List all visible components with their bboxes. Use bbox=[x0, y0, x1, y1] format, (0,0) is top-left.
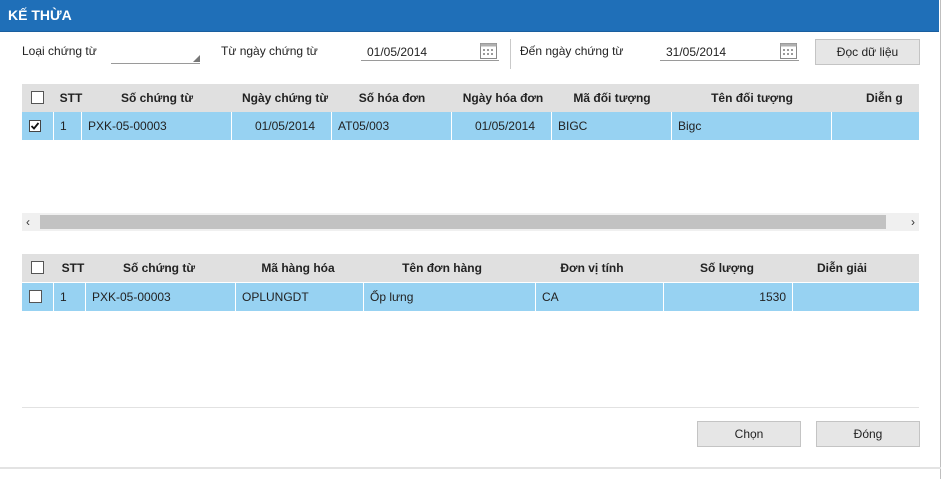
table1-horizontal-scrollbar[interactable]: ‹ › bbox=[22, 213, 919, 231]
table2-col-ten-don-hang[interactable]: Tên đơn hàng bbox=[372, 254, 512, 282]
table1-col-ma-doi-tuong[interactable]: Mã đối tượng bbox=[562, 84, 662, 112]
to-date-label: Đến ngày chứng từ bbox=[520, 44, 624, 58]
dialog-title: KẾ THỪA bbox=[8, 7, 72, 23]
doc-type-select[interactable] bbox=[111, 45, 200, 64]
table1-col-ngay-hoa-don[interactable]: Ngày hóa đơn bbox=[454, 84, 552, 112]
row-ten-doi-tuong: Bigc bbox=[672, 112, 832, 140]
to-date-value: 31/05/2014 bbox=[666, 45, 727, 59]
load-data-button[interactable]: Đọc dữ liệu bbox=[815, 39, 920, 65]
table1-select-all-checkbox[interactable] bbox=[31, 91, 44, 104]
table2-col-dien-giai[interactable]: Diễn giải bbox=[797, 254, 887, 282]
row-ma-hang-hoa: OPLUNGDT bbox=[236, 283, 364, 311]
table1-col-ngay-chung-tu[interactable]: Ngày chứng từ bbox=[235, 84, 335, 112]
from-date-label: Từ ngày chứng từ bbox=[221, 44, 318, 58]
table1-col-dien-giai[interactable]: Diễn g bbox=[866, 84, 919, 112]
table2-col-so-luong[interactable]: Số lượng bbox=[667, 254, 787, 282]
dialog-bottom-border bbox=[0, 467, 941, 469]
scrollbar-thumb[interactable] bbox=[40, 215, 886, 229]
dialog-title-bar: KẾ THỪA bbox=[0, 0, 939, 32]
table-row[interactable]: 1 PXK-05-00003 01/05/2014 AT05/003 01/05… bbox=[22, 112, 919, 140]
table-row[interactable]: 1 PXK-05-00003 OPLUNGDT Ốp lưng CA 1530 bbox=[22, 283, 919, 311]
row-checkbox[interactable] bbox=[29, 290, 42, 303]
checkbox-checked-icon[interactable] bbox=[29, 120, 41, 132]
calendar-icon[interactable] bbox=[480, 42, 497, 59]
row-don-vi-tinh: CA bbox=[536, 283, 664, 311]
calendar-icon[interactable] bbox=[780, 42, 797, 59]
row-ngay-chung-tu: 01/05/2014 bbox=[232, 112, 332, 140]
from-date-field[interactable]: 01/05/2014 bbox=[361, 42, 499, 61]
row-dien-giai bbox=[793, 283, 919, 311]
to-date-field[interactable]: 31/05/2014 bbox=[660, 42, 799, 61]
table1-header: STT Số chứng từ Ngày chứng từ Số hóa đơn… bbox=[22, 84, 919, 112]
doc-type-label: Loại chứng từ bbox=[22, 44, 97, 58]
row-checkbox-cell bbox=[22, 283, 54, 311]
table2-header: STT Số chứng từ Mã hàng hóa Tên đơn hàng… bbox=[22, 254, 919, 282]
table1-col-so-hoa-don[interactable]: Số hóa đơn bbox=[342, 84, 442, 112]
row-so-chung-tu: PXK-05-00003 bbox=[82, 112, 232, 140]
table2-col-stt[interactable]: STT bbox=[58, 254, 88, 282]
close-button[interactable]: Đóng bbox=[816, 421, 920, 447]
filter-divider bbox=[510, 39, 511, 69]
select-button[interactable]: Chọn bbox=[697, 421, 801, 447]
dropdown-arrow-icon bbox=[193, 55, 200, 62]
scroll-left-icon[interactable]: ‹ bbox=[26, 215, 30, 229]
table2-col-so-chung-tu[interactable]: Số chứng từ bbox=[94, 254, 224, 282]
table1-col-so-chung-tu[interactable]: Số chứng từ bbox=[92, 84, 222, 112]
row-so-luong: 1530 bbox=[664, 283, 793, 311]
table1-col-ten-doi-tuong[interactable]: Tên đối tượng bbox=[682, 84, 822, 112]
row-stt: 1 bbox=[54, 283, 86, 311]
from-date-value: 01/05/2014 bbox=[367, 45, 428, 59]
scroll-right-icon[interactable]: › bbox=[911, 215, 915, 229]
row-ten-don-hang: Ốp lưng bbox=[364, 283, 536, 311]
table2-col-ma-hang-hoa[interactable]: Mã hàng hóa bbox=[238, 254, 358, 282]
row-so-hoa-don: AT05/003 bbox=[332, 112, 452, 140]
row-stt: 1 bbox=[54, 112, 82, 140]
table2-select-all-checkbox[interactable] bbox=[31, 261, 44, 274]
row-dien-giai bbox=[832, 112, 919, 140]
table1-col-stt[interactable]: STT bbox=[56, 84, 86, 112]
table2-col-don-vi-tinh[interactable]: Đơn vị tính bbox=[532, 254, 652, 282]
row-ma-doi-tuong: BIGC bbox=[552, 112, 672, 140]
row-ngay-hoa-don: 01/05/2014 bbox=[452, 112, 552, 140]
row-checkbox-cell bbox=[22, 112, 54, 140]
row-so-chung-tu: PXK-05-00003 bbox=[86, 283, 236, 311]
footer-divider bbox=[22, 407, 919, 408]
